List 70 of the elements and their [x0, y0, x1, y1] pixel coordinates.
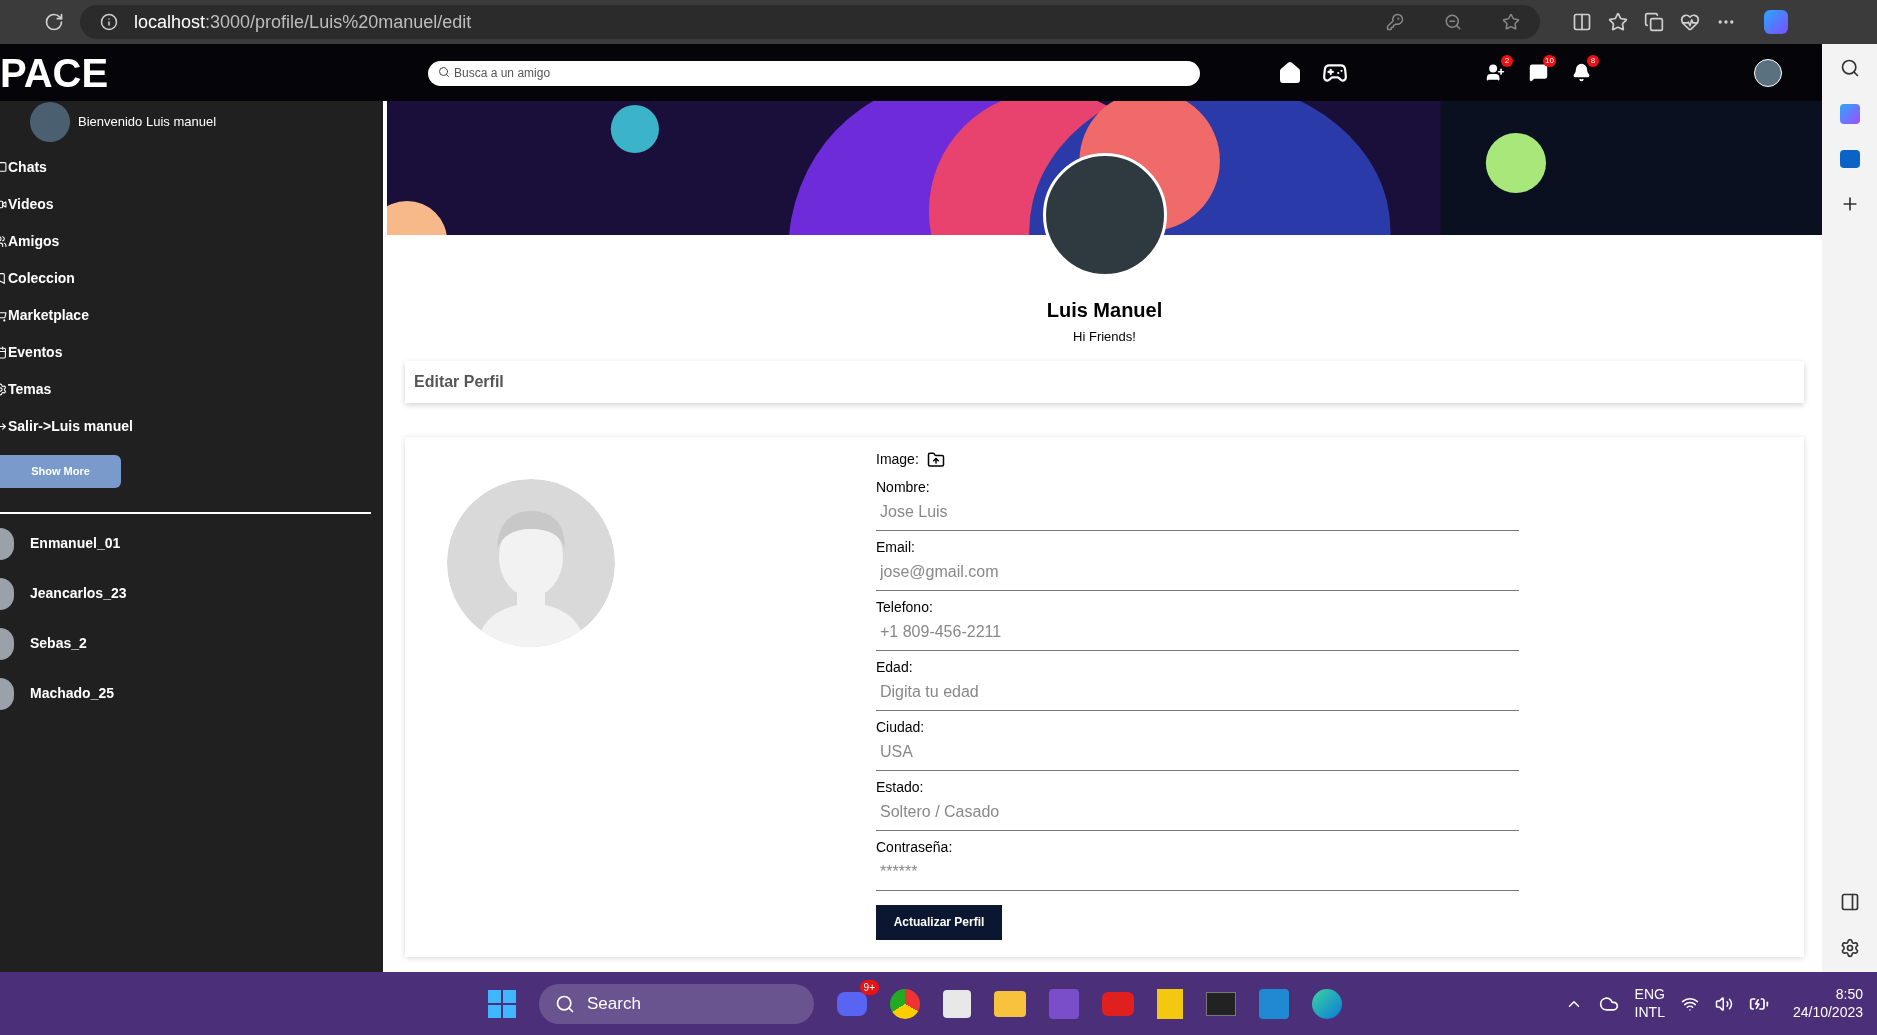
field-label: Ciudad:	[876, 717, 926, 735]
sidebar-item[interactable]: Salir->Luis manuel	[0, 408, 383, 445]
windows-logo-icon[interactable]	[488, 989, 516, 1018]
volume-icon[interactable]	[1714, 994, 1733, 1013]
sidebar-item[interactable]: Marketplace	[0, 297, 383, 334]
image-label: Image:	[876, 450, 919, 469]
split-screen-icon[interactable]	[1572, 12, 1592, 32]
profile-name: Luis Manuel	[1046, 298, 1163, 323]
friend-avatar	[0, 577, 14, 610]
input-field[interactable]: USA	[876, 734, 1519, 771]
count-badge: 9+	[859, 979, 879, 995]
language-indicator[interactable]: ENG INTL	[1634, 986, 1665, 1021]
search-icon[interactable]	[1839, 58, 1860, 78]
chat-icon[interactable]	[1529, 63, 1548, 82]
settings-icon[interactable]	[1839, 938, 1860, 958]
search-field[interactable]: Busca a un amigo	[428, 60, 1200, 86]
heart-icon[interactable]	[1680, 12, 1700, 32]
friend-avatar	[0, 527, 14, 560]
count-badge: 2	[1501, 55, 1513, 67]
input-field[interactable]: Digita tu edad	[876, 674, 1519, 711]
info-icon[interactable]	[100, 13, 118, 31]
sidebar-item[interactable]: Eventos	[0, 334, 383, 371]
avatar-silhouette-icon	[447, 478, 615, 647]
collections-icon[interactable]	[1644, 12, 1664, 32]
home-icon[interactable]	[1278, 60, 1302, 85]
input-field[interactable]: Soltero / Casado	[876, 794, 1519, 831]
friend-item[interactable]: Jeancarlos_23	[0, 576, 383, 611]
zoom-out-icon[interactable]	[1444, 13, 1462, 31]
favorites-icon[interactable]	[1608, 12, 1628, 32]
friend-avatar	[0, 677, 14, 710]
count-badge: 8	[1587, 55, 1599, 67]
sidebar-item[interactable]: Coleccion	[0, 260, 383, 297]
clock[interactable]: 8:50 24/10/2023	[1792, 986, 1863, 1021]
taskbar-search[interactable]: Search	[539, 983, 814, 1024]
friend-request-icon[interactable]	[1486, 63, 1505, 82]
friend-avatar	[0, 627, 14, 660]
input-field[interactable]: ******	[876, 854, 1519, 891]
sidebar-item[interactable]: Temas	[0, 371, 383, 408]
input-field[interactable]: +1 809-456-2211	[876, 614, 1519, 651]
count-badge: 10	[1543, 55, 1556, 67]
key-icon[interactable]	[1386, 13, 1404, 31]
user-avatar[interactable]	[1754, 58, 1782, 87]
app-logo[interactable]: PACE	[0, 52, 428, 93]
friend-item[interactable]: Enmanuel_01	[0, 526, 383, 561]
folder-upload-icon[interactable]	[926, 450, 945, 469]
field-label: Estado:	[876, 777, 925, 795]
address-text: localhost:3000/profile/Luis%20manuel/edit	[134, 10, 472, 34]
profile-bio: Hi Friends!	[1073, 328, 1136, 346]
sidebar-item[interactable]: Chats	[0, 149, 383, 186]
reload-icon[interactable]	[44, 12, 64, 32]
update-profile-button[interactable]: Actualizar Perfil	[876, 904, 1002, 940]
welcome-text: Bienvenido Luis manuel	[78, 113, 217, 132]
sidebar-item[interactable]: Amigos	[0, 223, 383, 260]
notification-icon[interactable]	[1572, 63, 1591, 82]
field-label: Contraseña:	[876, 837, 954, 855]
sidebar-item[interactable]: Videos	[0, 186, 383, 223]
edit-profile-header: Editar Perfil	[405, 360, 1804, 403]
input-field[interactable]: Jose Luis	[876, 494, 1519, 531]
friend-item[interactable]: Sebas_2	[0, 626, 383, 661]
field-label: Nombre:	[876, 477, 931, 495]
field-label: Email:	[876, 537, 916, 555]
search-icon	[438, 66, 450, 78]
field-label: Edad:	[876, 657, 914, 675]
address-bar[interactable]: localhost:3000/profile/Luis%20manuel/edit	[80, 5, 1540, 39]
friend-item[interactable]: Machado_25	[0, 676, 383, 711]
star-icon[interactable]	[1502, 13, 1520, 31]
input-field[interactable]: jose@gmail.com	[876, 554, 1519, 591]
panel-icon[interactable]	[1839, 892, 1860, 912]
field-label: Telefono:	[876, 597, 934, 615]
search-icon	[555, 993, 575, 1014]
